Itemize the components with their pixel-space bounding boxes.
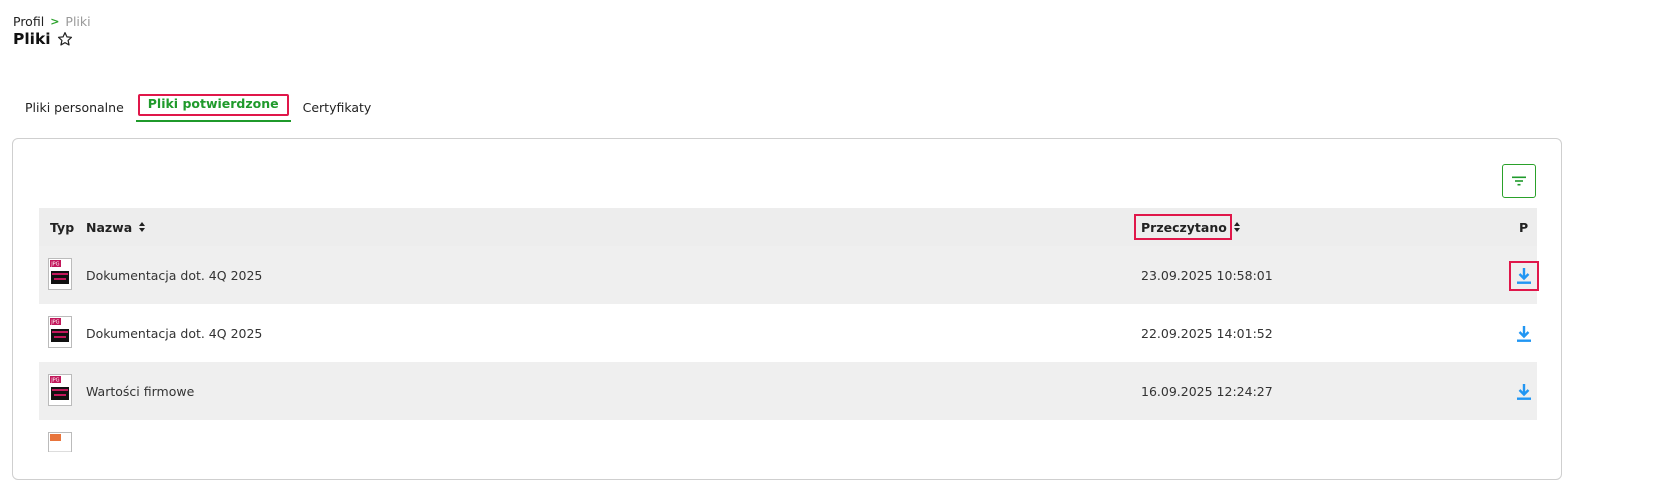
read-date: 23.09.2025 10:58:01 <box>1141 267 1273 283</box>
jpg-file-icon: JPG <box>48 316 72 348</box>
sort-icon <box>139 222 146 232</box>
table-row[interactable]: JPG Wartości firmowe 16.09.2025 12:24:27 <box>39 362 1537 420</box>
filter-button[interactable] <box>1502 164 1536 198</box>
table-header: Typ Nazwa Przeczytano P <box>39 208 1537 246</box>
tab-label: Pliki potwierdzone <box>147 96 279 111</box>
breadcrumb-separator: > <box>50 15 60 28</box>
breadcrumb-current: Pliki <box>65 14 91 29</box>
pdf-file-icon <box>48 432 72 452</box>
header-read[interactable]: Przeczytano <box>1141 220 1241 235</box>
header-name-label: Nazwa <box>86 219 133 235</box>
tabs: Pliki personalne Pliki potwierdzone Cert… <box>13 90 383 122</box>
download-button[interactable] <box>1509 261 1539 291</box>
tab-pliki-personalne[interactable]: Pliki personalne <box>13 94 136 122</box>
breadcrumb-profil-link[interactable]: Profil <box>13 14 44 29</box>
filter-icon <box>1512 176 1526 186</box>
download-button[interactable] <box>1509 319 1539 349</box>
tab-label: Pliki personalne <box>25 100 124 115</box>
page-title: Pliki <box>13 30 51 48</box>
read-date: 22.09.2025 14:01:52 <box>1141 325 1273 341</box>
sort-icon <box>1233 222 1240 232</box>
title-row: Pliki <box>13 30 73 48</box>
tab-pliki-potwierdzone[interactable]: Pliki potwierdzone <box>135 92 291 122</box>
table-row[interactable]: JPG Dokumentacja dot. 4Q 2025 22.09.2025… <box>39 304 1537 362</box>
header-type: Typ <box>50 219 75 235</box>
download-button[interactable] <box>1509 377 1539 407</box>
table-row[interactable] <box>39 420 1537 478</box>
file-type-label: JPG <box>50 319 59 325</box>
download-icon <box>1517 326 1531 342</box>
file-name: Wartości firmowe <box>86 383 195 399</box>
jpg-file-icon: JPG <box>48 258 72 290</box>
jpg-file-icon: JPG <box>48 374 72 406</box>
header-read-label: Przeczytano <box>1141 219 1227 235</box>
table-row[interactable]: JPG Dokumentacja dot. 4Q 2025 23.09.2025… <box>39 246 1539 304</box>
header-p: P <box>1519 219 1529 235</box>
file-name: Dokumentacja dot. 4Q 2025 <box>86 325 263 341</box>
files-card: Typ Nazwa Przeczytano P JPG Dokumentacja… <box>12 138 1562 480</box>
file-type-label: JPG <box>50 261 59 267</box>
tab-certyfikaty[interactable]: Certyfikaty <box>291 94 384 122</box>
tab-label: Certyfikaty <box>302 100 372 115</box>
read-date: 16.09.2025 12:24:27 <box>1141 383 1273 399</box>
star-icon[interactable] <box>57 31 73 47</box>
download-icon <box>1517 268 1531 284</box>
download-icon <box>1517 384 1531 400</box>
file-name: Dokumentacja dot. 4Q 2025 <box>86 267 263 283</box>
breadcrumb: Profil > Pliki <box>13 14 91 29</box>
header-name[interactable]: Nazwa <box>86 220 146 235</box>
file-type-label: JPG <box>50 377 59 383</box>
files-table: Typ Nazwa Przeczytano P JPG Dokumentacja… <box>39 208 1539 478</box>
